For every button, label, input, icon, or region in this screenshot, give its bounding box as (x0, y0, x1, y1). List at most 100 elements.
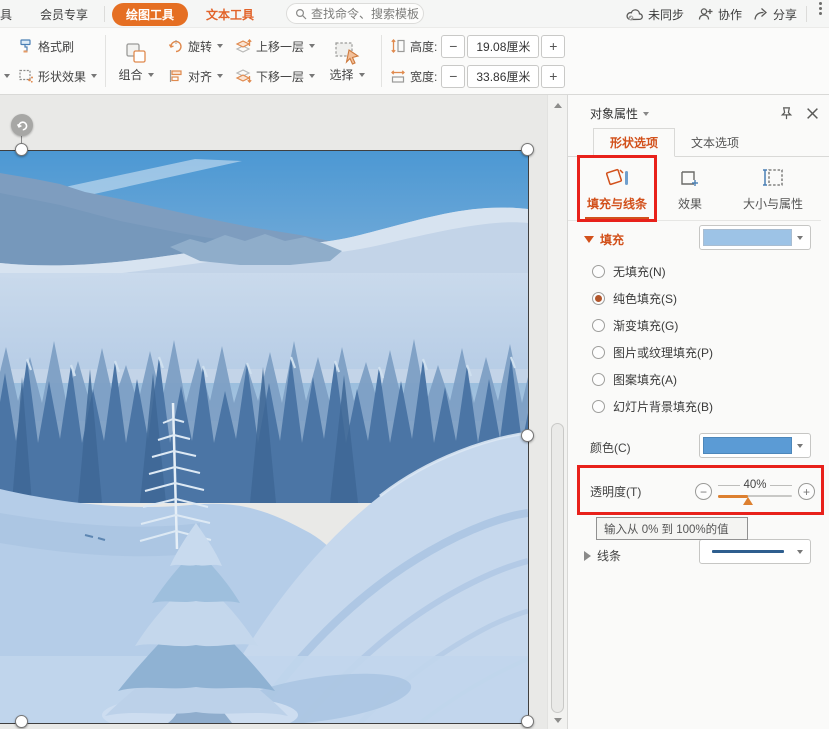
transparency-row: 透明度(T) − 40% + (590, 467, 815, 516)
width-icon (391, 70, 405, 83)
radio-picture-texture-fill[interactable]: 图片或纹理填充(P) (592, 339, 713, 366)
radio-circle (592, 346, 605, 359)
shape-effects-button[interactable]: 形状效果 (18, 62, 98, 90)
select-button[interactable]: 选择 (321, 31, 373, 91)
cutoff-dropdown-arrow-icon[interactable] (4, 74, 10, 78)
pin-panel-icon[interactable] (779, 106, 794, 121)
align-button[interactable]: 对齐 (168, 62, 224, 90)
height-value-input[interactable]: 19.08厘米 (467, 34, 540, 58)
resize-handle-top-right[interactable] (521, 143, 534, 156)
dropdown-arrow-icon (147, 72, 154, 77)
object-properties-panel: 对象属性 形状选项 文本选项 填充与线条 效果 大小与属性 填充 无填充(N) … (567, 95, 829, 729)
search-placeholder: 查找命令、搜索模板 (311, 7, 420, 21)
radio-solid-fill[interactable]: 纯色填充(S) (592, 285, 713, 312)
format-painter-button[interactable]: 格式刷 (18, 32, 97, 60)
color-label: 颜色(C) (590, 441, 631, 455)
group-button[interactable]: 组合 (114, 31, 158, 91)
collaborate-button[interactable]: 协作 (698, 0, 742, 28)
panel-nav: 填充与线条 效果 大小与属性 (568, 157, 821, 221)
radio-gradient-fill[interactable]: 渐变填充(G) (592, 312, 713, 339)
rotate-button[interactable]: 旋转 (168, 32, 224, 60)
radio-slide-background-fill[interactable]: 幻灯片背景填充(B) (592, 393, 713, 420)
scrollbar-thumb[interactable] (551, 423, 564, 713)
transparency-tooltip: 输入从 0% 到 100%的值 (596, 517, 748, 540)
wps-presentation-window: 具 会员专享 绘图工具 文本工具 查找命令、搜索模板 未同步 协作 分享 格式刷… (0, 0, 829, 729)
resize-handle-bottom[interactable] (15, 715, 28, 728)
align-icon (169, 70, 182, 82)
scroll-up-arrow-icon[interactable] (554, 103, 562, 108)
share-button[interactable]: 分享 (753, 0, 797, 28)
radio-pattern-fill[interactable]: 图案填充(A) (592, 366, 713, 393)
dropdown-arrow-icon (797, 549, 803, 554)
width-increase-button[interactable]: + (541, 64, 566, 88)
dropdown-arrow-icon (797, 443, 803, 448)
panel-title: 对象属性 (590, 107, 639, 121)
transparency-value: 40% (743, 479, 767, 491)
close-panel-icon[interactable] (806, 107, 819, 120)
nav-size-and-properties[interactable]: 大小与属性 (725, 157, 821, 220)
sync-status-button[interactable]: 未同步 (626, 0, 684, 28)
more-options-button[interactable] (815, 0, 826, 28)
value-line (769, 484, 792, 486)
fill-preview-dropdown[interactable] (699, 225, 811, 250)
tab-shape-options[interactable]: 形状选项 (593, 128, 676, 157)
resize-handle-top[interactable] (15, 143, 28, 156)
menu-tab-partial[interactable]: 具 (0, 0, 14, 28)
radio-circle-selected (592, 292, 605, 305)
transparency-increase-button[interactable]: + (798, 483, 815, 500)
rotate-handle[interactable] (11, 114, 33, 136)
slide-canvas[interactable] (0, 95, 547, 729)
radio-no-fill[interactable]: 无填充(N) (592, 258, 713, 285)
person-plus-icon (698, 8, 713, 20)
tab-draw-tools[interactable]: 绘图工具 (112, 2, 189, 26)
titlebar-separator (806, 6, 807, 22)
fill-section-header[interactable]: 填充 (584, 231, 624, 248)
select-cursor-icon (335, 41, 360, 65)
line-section-header[interactable]: 线条 (584, 547, 621, 564)
selected-picture-object[interactable] (0, 150, 529, 724)
resize-handle-right[interactable] (521, 429, 534, 442)
fill-options-group: 无填充(N) 纯色填充(S) 渐变填充(G) 图片或纹理填充(P) 图案填充(A… (592, 258, 713, 420)
format-painter-icon (20, 39, 31, 53)
panel-tab-bar: 形状选项 文本选项 (568, 128, 829, 157)
tab-text-options[interactable]: 文本选项 (675, 128, 755, 157)
resize-handle-bottom-right[interactable] (521, 715, 534, 728)
canvas-vertical-scrollbar[interactable] (547, 95, 567, 729)
height-decrease-button[interactable]: − (441, 34, 466, 58)
transparency-decrease-button[interactable]: − (695, 483, 712, 500)
height-label: 高度: (410, 39, 438, 54)
height-icon (391, 39, 405, 53)
cloud-sync-icon (626, 8, 643, 20)
fill-and-line-icon (605, 168, 628, 185)
share-icon (754, 8, 767, 20)
dropdown-arrow-icon (309, 44, 316, 48)
nav-fill-and-line[interactable]: 填充与线条 (579, 157, 655, 220)
slider-thumb[interactable] (742, 497, 753, 505)
send-backward-icon (235, 69, 252, 83)
width-value-input[interactable]: 33.86厘米 (467, 64, 540, 88)
line-preview (703, 550, 792, 553)
panel-title-dropdown-icon[interactable] (643, 111, 650, 116)
radio-circle (592, 373, 605, 386)
command-search-input[interactable]: 查找命令、搜索模板 (286, 3, 424, 24)
width-decrease-button[interactable]: − (441, 64, 466, 88)
send-backward-button[interactable]: 下移一层 (235, 62, 316, 90)
scroll-down-arrow-icon[interactable] (554, 718, 562, 723)
transparency-slider[interactable] (718, 492, 792, 505)
effects-icon (681, 170, 698, 186)
bring-forward-button[interactable]: 上移一层 (235, 32, 316, 60)
search-icon (295, 8, 307, 19)
menu-tab-member[interactable]: 会员专享 (40, 0, 88, 28)
transparency-label: 透明度(T) (590, 485, 642, 499)
dropdown-arrow-icon (217, 44, 224, 48)
shape-effects-icon (19, 69, 33, 83)
nav-effects[interactable]: 效果 (661, 157, 719, 220)
line-style-dropdown[interactable] (699, 539, 811, 564)
value-line (718, 484, 741, 486)
rotate-icon (168, 40, 182, 53)
section-expanded-icon (584, 236, 594, 243)
radio-circle (592, 319, 605, 332)
height-increase-button[interactable]: + (541, 34, 566, 58)
tab-text-tools[interactable]: 文本工具 (206, 0, 254, 28)
color-dropdown[interactable] (699, 433, 811, 458)
